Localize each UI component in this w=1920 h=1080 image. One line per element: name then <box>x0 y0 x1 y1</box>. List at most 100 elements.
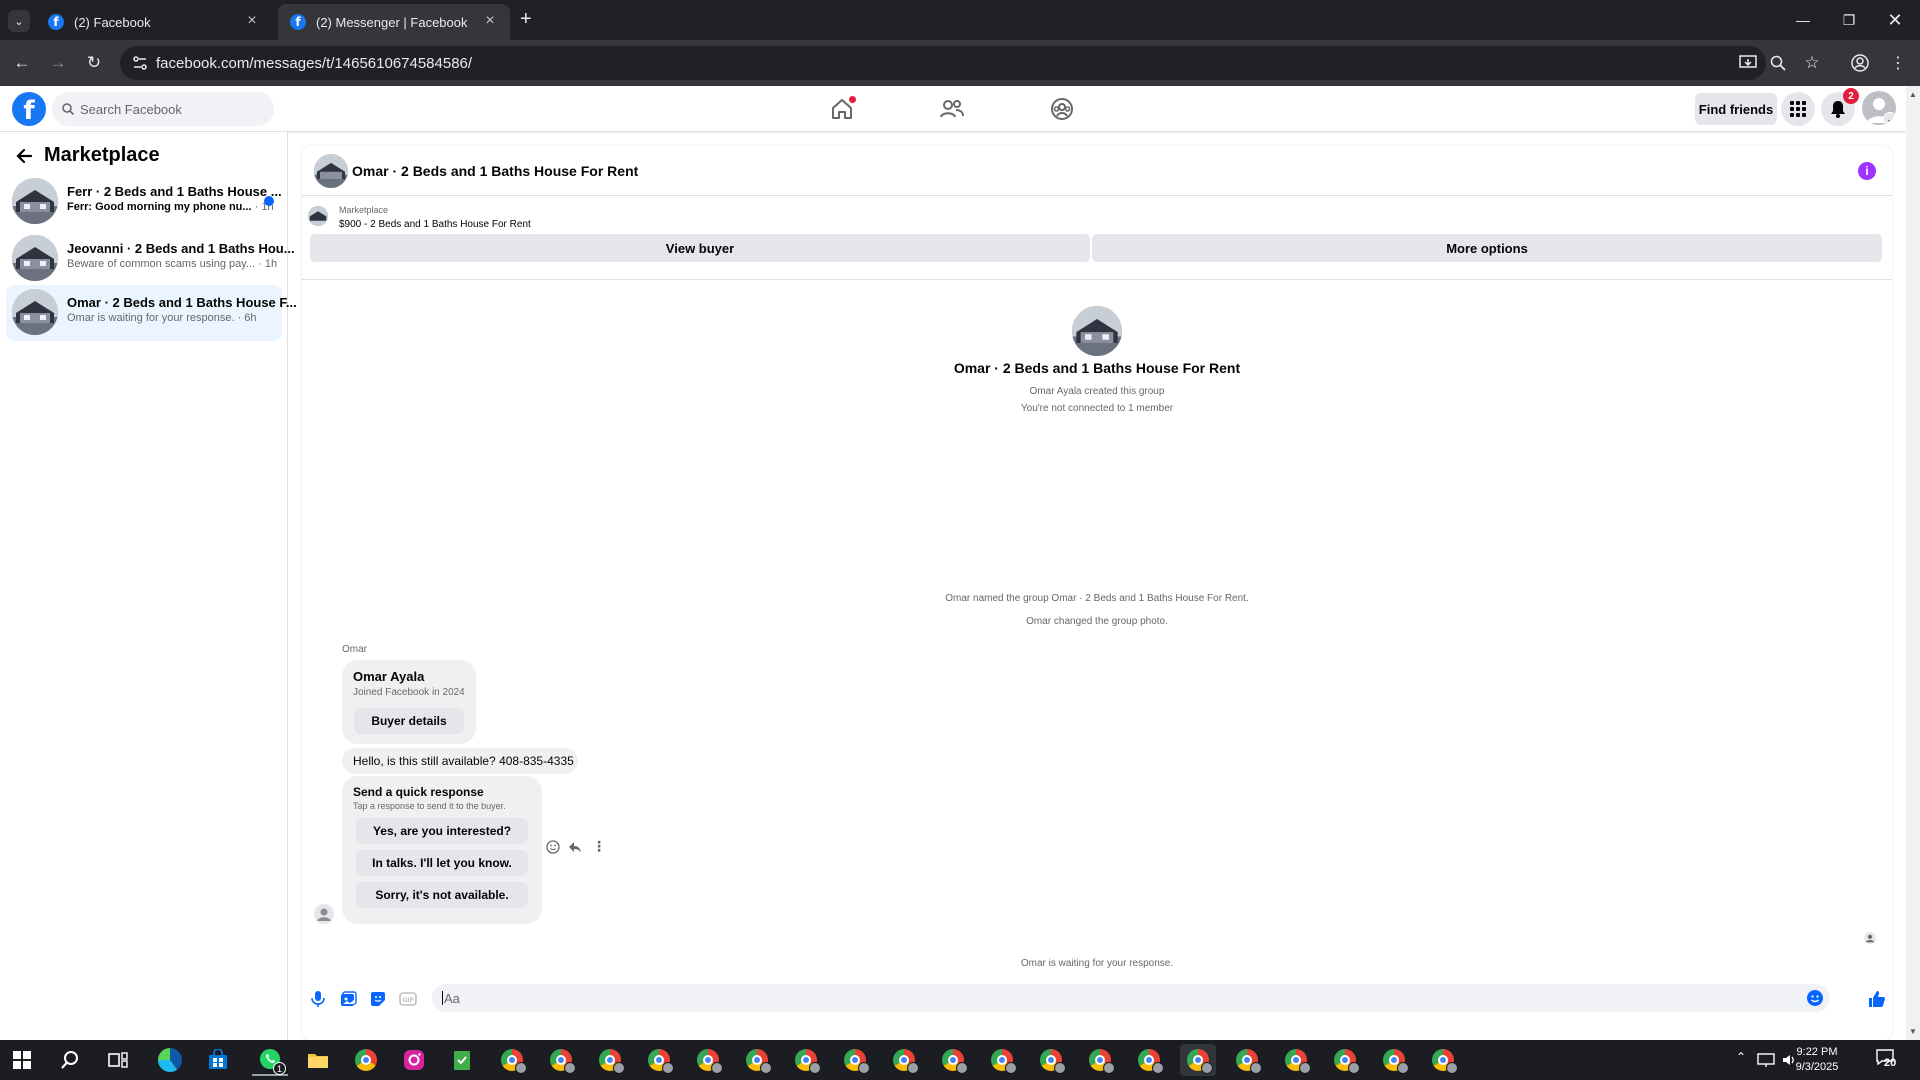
scroll-down-icon[interactable]: ▼ <box>1909 1027 1917 1036</box>
whatsapp-icon[interactable]: 1 <box>252 1044 288 1076</box>
zoom-icon[interactable] <box>1766 51 1790 75</box>
search-input[interactable]: Search Facebook <box>52 92 274 126</box>
browser-title-bar: ⌄ f (2) Facebook × f (2) Messenger | Fac… <box>0 0 1920 40</box>
minimize-icon[interactable]: — <box>1780 0 1826 40</box>
attach-photo-icon[interactable] <box>339 990 357 1008</box>
more-options-button[interactable]: More options <box>1092 234 1882 262</box>
chrome-profile-icon[interactable] <box>739 1044 775 1076</box>
taskbar-clock[interactable]: 9:22 PM 9/3/2025 <box>1777 1045 1857 1075</box>
close-tab-icon[interactable]: × <box>242 12 262 30</box>
account-chevron-down-icon[interactable]: ⌄ <box>1883 112 1896 125</box>
chrome-profile-icon[interactable] <box>1376 1044 1412 1076</box>
chrome-icon[interactable] <box>348 1044 384 1076</box>
notification-center-icon[interactable]: 20 <box>1876 1049 1902 1071</box>
profile-icon[interactable] <box>1848 51 1872 75</box>
tab-search-chevron-icon[interactable]: ⌄ <box>8 10 30 32</box>
gif-icon[interactable]: GIF <box>399 990 417 1008</box>
edge-browser-icon[interactable] <box>152 1044 188 1076</box>
restore-icon[interactable]: ❐ <box>1826 0 1872 40</box>
chrome-profile-icon[interactable] <box>837 1044 873 1076</box>
close-window-icon[interactable]: ✕ <box>1872 0 1918 40</box>
back-arrow-icon[interactable] <box>14 146 34 166</box>
chrome-profile-icon[interactable] <box>1327 1044 1363 1076</box>
group-photo[interactable] <box>314 154 348 188</box>
notes-app-icon[interactable] <box>444 1044 480 1076</box>
chrome-profile-icon[interactable] <box>1425 1044 1461 1076</box>
conversation-item[interactable]: Ferr · 2 Beds and 1 Baths House ... Ferr… <box>6 174 282 230</box>
chrome-profile-icon[interactable] <box>1082 1044 1118 1076</box>
facebook-logo[interactable]: f <box>12 92 46 126</box>
group-connection-text: You're not connected to 1 member <box>1020 403 1174 414</box>
menu-grid-icon[interactable] <box>1781 92 1815 126</box>
chrome-profile-icon[interactable] <box>1229 1044 1265 1076</box>
install-app-icon[interactable] <box>1736 51 1760 75</box>
listing-price-title[interactable]: $900 - 2 Beds and 1 Baths House For Rent <box>339 219 531 230</box>
file-explorer-icon[interactable] <box>300 1044 336 1076</box>
back-icon[interactable]: ← <box>10 51 34 75</box>
windows-start-icon[interactable] <box>4 1044 40 1076</box>
tray-chevron-up-icon[interactable]: ⌃ <box>1736 1050 1746 1064</box>
groups-icon[interactable] <box>1047 94 1077 124</box>
instagram-icon[interactable] <box>396 1044 432 1076</box>
chrome-profile-icon[interactable] <box>592 1044 628 1076</box>
forward-icon[interactable]: → <box>46 51 70 75</box>
conversation-preview: Beware of common scams using pay... · 1h <box>67 258 278 270</box>
friends-icon[interactable] <box>937 94 967 124</box>
task-view-icon[interactable] <box>100 1044 136 1076</box>
more-actions-icon[interactable]: ⋮ <box>592 838 606 855</box>
sticker-icon[interactable] <box>369 990 387 1008</box>
chrome-profile-icon[interactable] <box>984 1044 1020 1076</box>
account-avatar[interactable]: ⌄ <box>1862 91 1896 125</box>
message-bubble[interactable]: Hello, is this still available? 408-835-… <box>342 748 578 774</box>
search-icon[interactable] <box>52 1044 88 1076</box>
tab-label: (2) Facebook <box>74 14 151 30</box>
conversation-item[interactable]: Jeovanni · 2 Beds and 1 Baths Hou... Bew… <box>6 231 295 287</box>
network-icon[interactable] <box>1757 1052 1775 1068</box>
react-emoji-icon[interactable] <box>546 840 560 854</box>
store-icon[interactable] <box>200 1044 236 1076</box>
chrome-profile-icon[interactable] <box>1278 1044 1314 1076</box>
chrome-profile-icon[interactable] <box>690 1044 726 1076</box>
thumbs-up-icon[interactable] <box>1868 990 1886 1008</box>
home-icon[interactable] <box>827 94 857 124</box>
browser-tab-messenger[interactable]: f (2) Messenger | Facebook × <box>278 4 510 40</box>
chrome-profile-icon-active[interactable] <box>1180 1044 1216 1076</box>
conversation-preview: Omar is waiting for your response. · 6h <box>67 312 257 324</box>
conversation-item-active[interactable]: Omar · 2 Beds and 1 Baths House F... Oma… <box>6 285 297 341</box>
quick-response-option[interactable]: Yes, are you interested? <box>356 818 528 844</box>
marketplace-sidebar: Marketplace Ferr · 2 Beds and 1 Baths Ho… <box>0 132 297 1040</box>
chrome-profile-icon[interactable] <box>935 1044 971 1076</box>
browser-toolbar: ← → ↻ facebook.com/messages/t/1465610674… <box>0 40 1920 86</box>
chat-title[interactable]: Omar · 2 Beds and 1 Baths House For Rent <box>352 163 638 179</box>
bookmark-star-icon[interactable]: ☆ <box>1800 51 1824 75</box>
chrome-profile-icon[interactable] <box>641 1044 677 1076</box>
browser-menu-icon[interactable]: ⋮ <box>1886 51 1910 75</box>
facebook-favicon-icon: f <box>48 14 64 30</box>
page-scrollbar[interactable]: ▲ ▼ <box>1906 86 1920 1040</box>
buyer-details-button[interactable]: Buyer details <box>354 708 464 734</box>
quick-response-title: Send a quick response <box>353 785 484 799</box>
quick-response-option[interactable]: Sorry, it's not available. <box>356 882 528 908</box>
view-buyer-button[interactable]: View buyer <box>310 234 1090 262</box>
info-icon[interactable]: i <box>1858 162 1876 180</box>
find-friends-button[interactable]: Find friends <box>1695 93 1777 125</box>
reply-icon[interactable] <box>568 840 582 854</box>
chrome-profile-icon[interactable] <box>543 1044 579 1076</box>
address-bar[interactable]: facebook.com/messages/t/1465610674584586… <box>120 46 1766 80</box>
close-tab-icon[interactable]: × <box>480 12 500 30</box>
chrome-profile-icon[interactable] <box>886 1044 922 1076</box>
message-input[interactable]: Aa <box>432 984 1830 1012</box>
browser-tab-facebook[interactable]: f (2) Facebook × <box>36 4 272 40</box>
chrome-profile-icon[interactable] <box>1033 1044 1069 1076</box>
chrome-profile-icon[interactable] <box>494 1044 530 1076</box>
chrome-profile-icon[interactable] <box>1131 1044 1167 1076</box>
quick-response-option[interactable]: In talks. I'll let you know. <box>356 850 528 876</box>
chrome-profile-icon[interactable] <box>788 1044 824 1076</box>
site-settings-icon[interactable] <box>132 55 148 71</box>
reload-icon[interactable]: ↻ <box>82 51 106 75</box>
buyer-joined: Joined Facebook in 2024 <box>353 687 465 698</box>
scroll-up-icon[interactable]: ▲ <box>1909 90 1917 99</box>
emoji-icon[interactable] <box>1806 989 1824 1007</box>
new-tab-button[interactable]: + <box>520 8 532 31</box>
voice-clip-icon[interactable] <box>309 990 327 1008</box>
